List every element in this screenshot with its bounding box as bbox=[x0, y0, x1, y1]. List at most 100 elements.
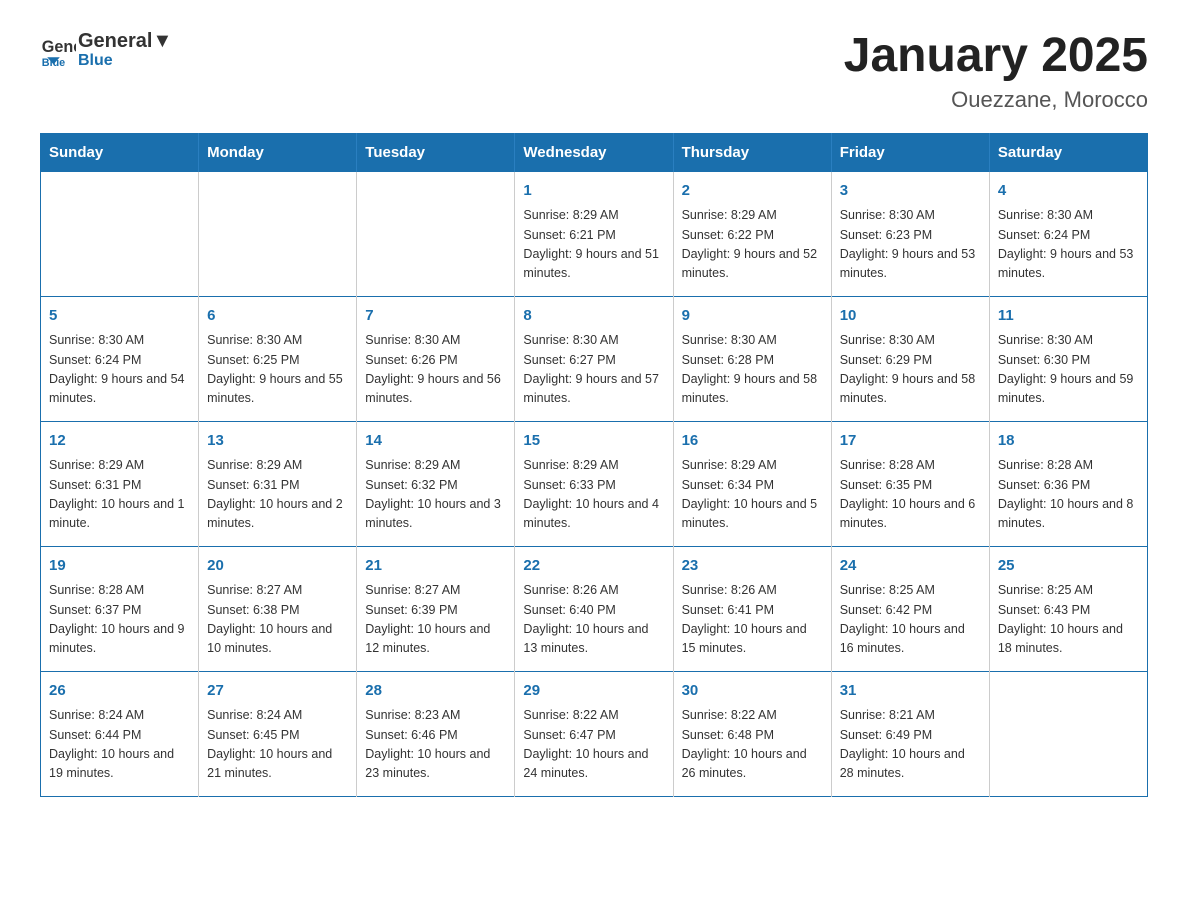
day-number-3: 3 bbox=[840, 180, 981, 203]
calendar-cell-w5-d5: 31 Sunrise: 8:21 AMSunset: 6:49 PMDayligh… bbox=[831, 671, 989, 796]
week-row-3: 12 Sunrise: 8:29 AMSunset: 6:31 PMDayligh… bbox=[41, 421, 1148, 546]
header-saturday: Saturday bbox=[989, 133, 1147, 171]
calendar-cell-w2-d5: 10 Sunrise: 8:30 AMSunset: 6:29 PMDayligh… bbox=[831, 296, 989, 421]
calendar-cell-w3-d5: 17 Sunrise: 8:28 AMSunset: 6:35 PMDayligh… bbox=[831, 421, 989, 546]
calendar-cell-w4-d2: 21 Sunrise: 8:27 AMSunset: 6:39 PMDayligh… bbox=[357, 546, 515, 671]
day-info-26: Sunrise: 8:24 AMSunset: 6:44 PMDaylight:… bbox=[49, 706, 190, 784]
calendar-cell-w1-d1 bbox=[199, 171, 357, 296]
day-number-21: 21 bbox=[365, 555, 506, 578]
calendar-cell-w2-d4: 9Sunrise: 8:30 AMSunset: 6:28 PMDaylight… bbox=[673, 296, 831, 421]
day-number-17: 17 bbox=[840, 430, 981, 453]
day-info-27: Sunrise: 8:24 AMSunset: 6:45 PMDaylight:… bbox=[207, 706, 348, 784]
calendar-cell-w1-d5: 3Sunrise: 8:30 AMSunset: 6:23 PMDaylight… bbox=[831, 171, 989, 296]
day-info-19: Sunrise: 8:28 AMSunset: 6:37 PMDaylight:… bbox=[49, 581, 190, 659]
day-info-7: Sunrise: 8:30 AMSunset: 6:26 PMDaylight:… bbox=[365, 331, 506, 409]
day-info-14: Sunrise: 8:29 AMSunset: 6:32 PMDaylight:… bbox=[365, 456, 506, 534]
day-number-25: 25 bbox=[998, 555, 1139, 578]
day-info-12: Sunrise: 8:29 AMSunset: 6:31 PMDaylight:… bbox=[49, 456, 190, 534]
calendar-cell-w1-d4: 2 Sunrise: 8:29 AMSunset: 6:22 PMDaylight… bbox=[673, 171, 831, 296]
header-friday: Friday bbox=[831, 133, 989, 171]
weekday-header-row: Sunday Monday Tuesday Wednesday Thursday… bbox=[41, 133, 1148, 171]
calendar-cell-w4-d4: 23 Sunrise: 8:26 AMSunset: 6:41 PMDayligh… bbox=[673, 546, 831, 671]
calendar-cell-w4-d0: 19 Sunrise: 8:28 AMSunset: 6:37 PMDayligh… bbox=[41, 546, 199, 671]
day-number-15: 15 bbox=[523, 430, 664, 453]
calendar-cell-w1-d2 bbox=[357, 171, 515, 296]
calendar-cell-w5-d4: 30 Sunrise: 8:22 AMSunset: 6:48 PMDayligh… bbox=[673, 671, 831, 796]
day-info-6: Sunrise: 8:30 AMSunset: 6:25 PMDaylight:… bbox=[207, 331, 348, 409]
logo-blue-text: Blue bbox=[78, 52, 113, 69]
day-number-11: 11 bbox=[998, 305, 1139, 328]
calendar-cell-w4-d6: 25 Sunrise: 8:25 AMSunset: 6:43 PMDayligh… bbox=[989, 546, 1147, 671]
day-info-4: Sunrise: 8:30 AMSunset: 6:24 PMDaylight:… bbox=[998, 206, 1139, 284]
header-wednesday: Wednesday bbox=[515, 133, 673, 171]
calendar-cell-w2-d2: 7 Sunrise: 8:30 AMSunset: 6:26 PMDaylight… bbox=[357, 296, 515, 421]
day-number-4: 4 bbox=[998, 180, 1139, 203]
day-info-23: Sunrise: 8:26 AMSunset: 6:41 PMDaylight:… bbox=[682, 581, 823, 659]
day-info-9: Sunrise: 8:30 AMSunset: 6:28 PMDaylight:… bbox=[682, 331, 823, 409]
day-number-22: 22 bbox=[523, 555, 664, 578]
calendar-cell-w1-d6: 4 Sunrise: 8:30 AMSunset: 6:24 PMDaylight… bbox=[989, 171, 1147, 296]
day-number-10: 10 bbox=[840, 305, 981, 328]
day-info-2: Sunrise: 8:29 AMSunset: 6:22 PMDaylight:… bbox=[682, 206, 823, 284]
day-info-18: Sunrise: 8:28 AMSunset: 6:36 PMDaylight:… bbox=[998, 456, 1139, 534]
calendar-cell-w5-d1: 27 Sunrise: 8:24 AMSunset: 6:45 PMDayligh… bbox=[199, 671, 357, 796]
calendar-cell-w5-d2: 28Sunrise: 8:23 AMSunset: 6:46 PMDayligh… bbox=[357, 671, 515, 796]
calendar-cell-w4-d3: 22Sunrise: 8:26 AMSunset: 6:40 PMDayligh… bbox=[515, 546, 673, 671]
day-info-10: Sunrise: 8:30 AMSunset: 6:29 PMDaylight:… bbox=[840, 331, 981, 409]
day-number-14: 14 bbox=[365, 430, 506, 453]
page-subtitle: Ouezzane, Morocco bbox=[844, 87, 1148, 113]
day-number-18: 18 bbox=[998, 430, 1139, 453]
day-info-15: Sunrise: 8:29 AMSunset: 6:33 PMDaylight:… bbox=[523, 456, 664, 534]
day-info-30: Sunrise: 8:22 AMSunset: 6:48 PMDaylight:… bbox=[682, 706, 823, 784]
day-info-1: Sunrise: 8:29 AMSunset: 6:21 PMDaylight:… bbox=[523, 206, 664, 284]
calendar-cell-w3-d3: 15 Sunrise: 8:29 AMSunset: 6:33 PMDayligh… bbox=[515, 421, 673, 546]
day-info-29: Sunrise: 8:22 AMSunset: 6:47 PMDaylight:… bbox=[523, 706, 664, 784]
header-tuesday: Tuesday bbox=[357, 133, 515, 171]
day-number-19: 19 bbox=[49, 555, 190, 578]
calendar-cell-w3-d1: 13 Sunrise: 8:29 AMSunset: 6:31 PMDayligh… bbox=[199, 421, 357, 546]
calendar-cell-w2-d1: 6 Sunrise: 8:30 AMSunset: 6:25 PMDaylight… bbox=[199, 296, 357, 421]
day-info-13: Sunrise: 8:29 AMSunset: 6:31 PMDaylight:… bbox=[207, 456, 348, 534]
day-number-29: 29 bbox=[523, 680, 664, 703]
day-info-8: Sunrise: 8:30 AMSunset: 6:27 PMDaylight:… bbox=[523, 331, 664, 409]
day-info-21: Sunrise: 8:27 AMSunset: 6:39 PMDaylight:… bbox=[365, 581, 506, 659]
calendar-cell-w3-d2: 14 Sunrise: 8:29 AMSunset: 6:32 PMDayligh… bbox=[357, 421, 515, 546]
week-row-5: 26Sunrise: 8:24 AMSunset: 6:44 PMDayligh… bbox=[41, 671, 1148, 796]
day-info-16: Sunrise: 8:29 AMSunset: 6:34 PMDaylight:… bbox=[682, 456, 823, 534]
calendar-cell-w5-d0: 26Sunrise: 8:24 AMSunset: 6:44 PMDayligh… bbox=[41, 671, 199, 796]
calendar-cell-w4-d1: 20Sunrise: 8:27 AMSunset: 6:38 PMDayligh… bbox=[199, 546, 357, 671]
calendar-cell-w5-d3: 29 Sunrise: 8:22 AMSunset: 6:47 PMDayligh… bbox=[515, 671, 673, 796]
calendar-table: Sunday Monday Tuesday Wednesday Thursday… bbox=[40, 133, 1148, 797]
svg-text:General: General bbox=[42, 38, 76, 56]
day-number-8: 8 bbox=[523, 305, 664, 328]
day-number-12: 12 bbox=[49, 430, 190, 453]
day-info-20: Sunrise: 8:27 AMSunset: 6:38 PMDaylight:… bbox=[207, 581, 348, 659]
day-info-25: Sunrise: 8:25 AMSunset: 6:43 PMDaylight:… bbox=[998, 581, 1139, 659]
day-number-6: 6 bbox=[207, 305, 348, 328]
day-number-7: 7 bbox=[365, 305, 506, 328]
calendar-body: 1Sunrise: 8:29 AMSunset: 6:21 PMDaylight… bbox=[41, 171, 1148, 796]
title-area: January 2025 Ouezzane, Morocco bbox=[844, 30, 1148, 113]
day-info-17: Sunrise: 8:28 AMSunset: 6:35 PMDaylight:… bbox=[840, 456, 981, 534]
day-number-23: 23 bbox=[682, 555, 823, 578]
calendar-cell-w4-d5: 24Sunrise: 8:25 AMSunset: 6:42 PMDayligh… bbox=[831, 546, 989, 671]
calendar-cell-w3-d6: 18 Sunrise: 8:28 AMSunset: 6:36 PMDayligh… bbox=[989, 421, 1147, 546]
calendar-cell-w1-d0 bbox=[41, 171, 199, 296]
day-info-31: Sunrise: 8:21 AMSunset: 6:49 PMDaylight:… bbox=[840, 706, 981, 784]
calendar-cell-w5-d6 bbox=[989, 671, 1147, 796]
day-number-13: 13 bbox=[207, 430, 348, 453]
logo: General Blue General▼ Blue bbox=[40, 30, 172, 70]
day-info-24: Sunrise: 8:25 AMSunset: 6:42 PMDaylight:… bbox=[840, 581, 981, 659]
day-number-31: 31 bbox=[840, 680, 981, 703]
day-number-27: 27 bbox=[207, 680, 348, 703]
day-number-2: 2 bbox=[682, 180, 823, 203]
week-row-2: 5Sunrise: 8:30 AMSunset: 6:24 PMDaylight… bbox=[41, 296, 1148, 421]
day-number-30: 30 bbox=[682, 680, 823, 703]
header-thursday: Thursday bbox=[673, 133, 831, 171]
svg-text:Blue: Blue bbox=[42, 57, 65, 68]
week-row-4: 19 Sunrise: 8:28 AMSunset: 6:37 PMDayligh… bbox=[41, 546, 1148, 671]
day-info-5: Sunrise: 8:30 AMSunset: 6:24 PMDaylight:… bbox=[49, 331, 190, 409]
day-number-16: 16 bbox=[682, 430, 823, 453]
day-info-28: Sunrise: 8:23 AMSunset: 6:46 PMDaylight:… bbox=[365, 706, 506, 784]
calendar-cell-w3-d4: 16 Sunrise: 8:29 AMSunset: 6:34 PMDayligh… bbox=[673, 421, 831, 546]
